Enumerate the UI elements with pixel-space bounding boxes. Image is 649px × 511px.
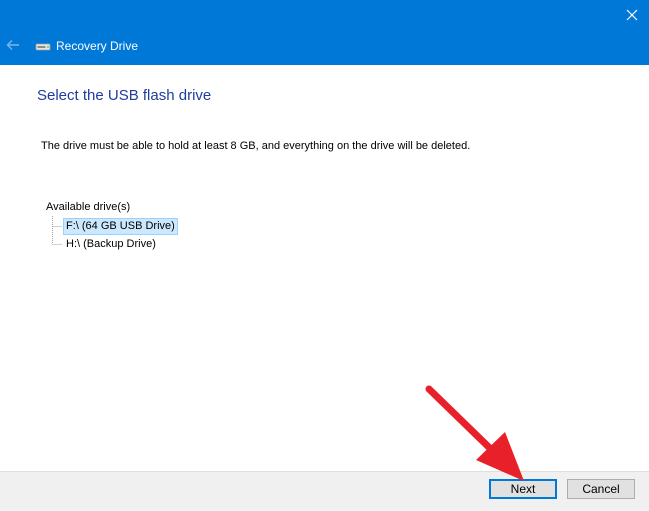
drive-item-f[interactable]: F:\ (64 GB USB Drive) bbox=[63, 218, 178, 235]
next-button[interactable]: Next bbox=[489, 479, 557, 499]
title-bar: Recovery Drive bbox=[0, 0, 649, 65]
drive-tree: Available drive(s) F:\ (64 GB USB Drive)… bbox=[46, 200, 346, 260]
drive-icon bbox=[35, 43, 51, 51]
back-arrow-icon bbox=[6, 40, 19, 50]
window-title: Recovery Drive bbox=[56, 39, 139, 53]
close-icon bbox=[626, 9, 638, 21]
page-heading: Select the USB flash drive bbox=[37, 87, 212, 104]
drive-item-label: F:\ (64 GB USB Drive) bbox=[66, 220, 175, 232]
back-button[interactable] bbox=[3, 35, 23, 55]
close-button[interactable] bbox=[617, 1, 647, 29]
drive-item-label: H:\ (Backup Drive) bbox=[66, 238, 156, 250]
cancel-button[interactable]: Cancel bbox=[567, 479, 635, 499]
page-description: The drive must be able to hold at least … bbox=[41, 140, 471, 152]
recovery-drive-window: Recovery Drive Select the USB flash driv… bbox=[0, 0, 649, 511]
drive-item-h[interactable]: H:\ (Backup Drive) bbox=[63, 237, 159, 252]
